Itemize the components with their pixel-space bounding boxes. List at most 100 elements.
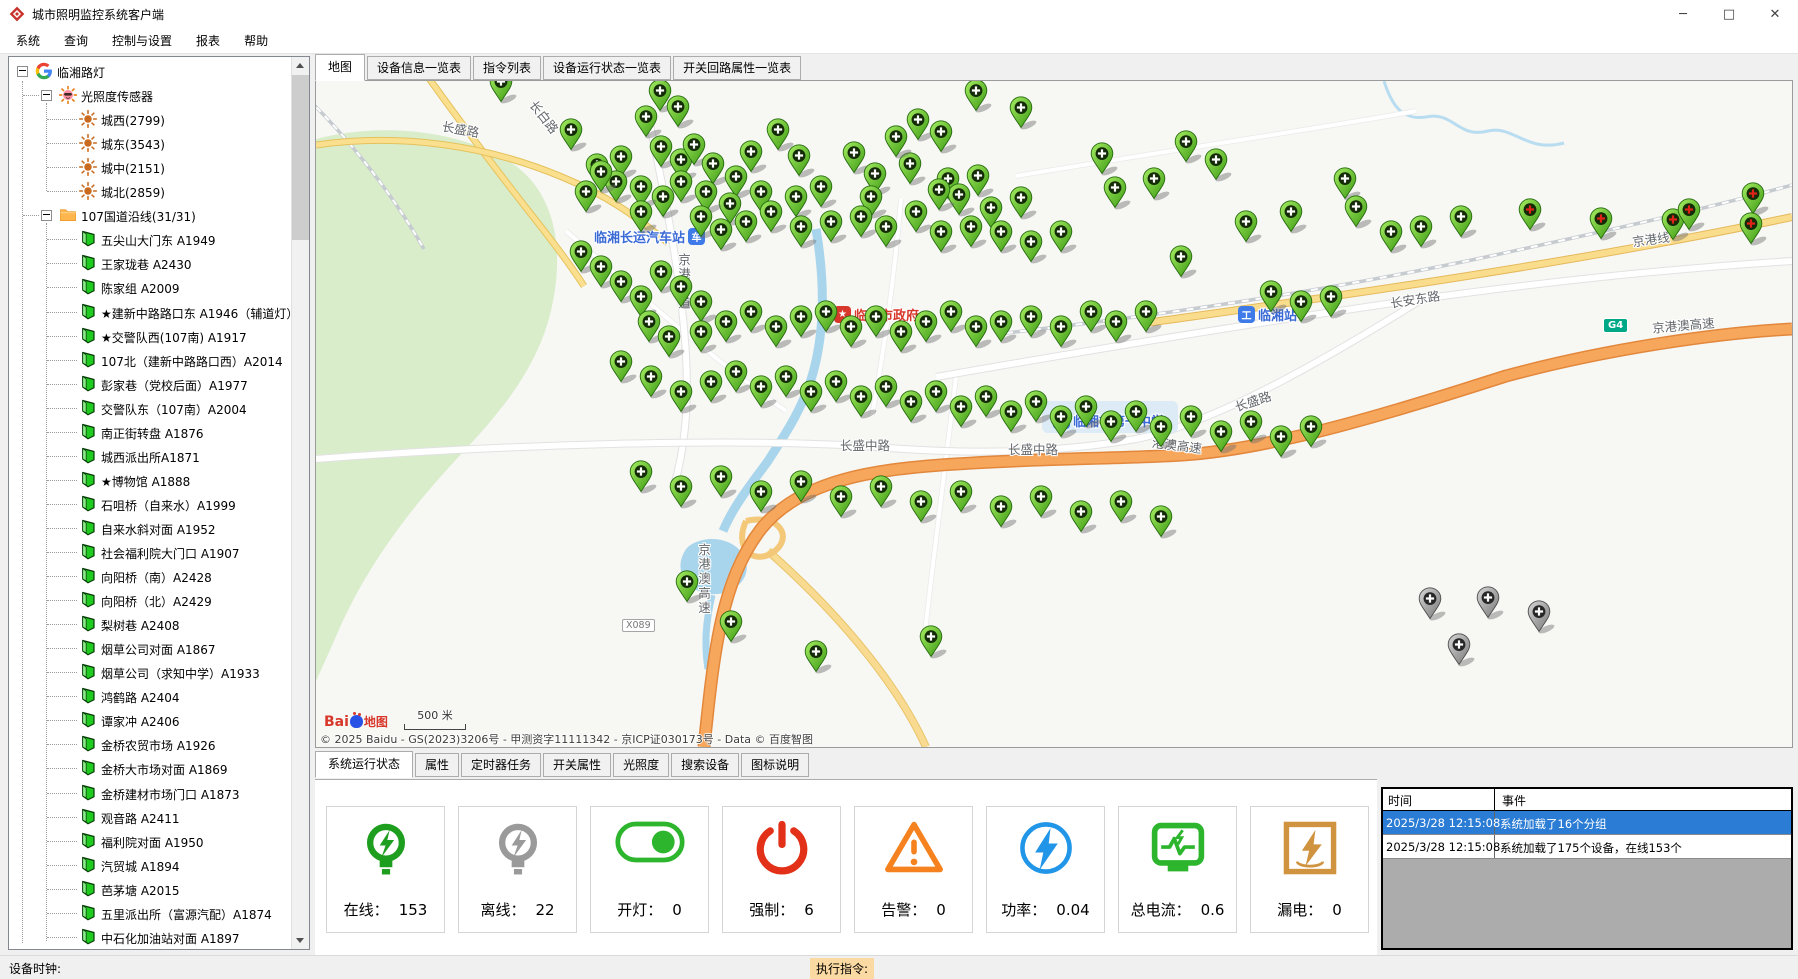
lamp-pin-online[interactable] xyxy=(667,96,694,130)
lamp-pin-online[interactable] xyxy=(640,366,667,400)
lamp-pin-online[interactable] xyxy=(815,301,842,335)
lamp-pin-forced[interactable] xyxy=(1678,199,1705,233)
tree-item-1-21[interactable]: 金桥农贸市场 A1926 xyxy=(9,732,292,756)
menu-item-4[interactable]: 帮助 xyxy=(232,28,280,53)
map-tab-0[interactable]: 地图 xyxy=(315,54,365,81)
tree-item-1-24[interactable]: 观音路 A2411 xyxy=(9,805,292,829)
lamp-pin-online[interactable] xyxy=(825,371,852,405)
lamp-pin-online[interactable] xyxy=(1150,416,1177,450)
lamp-pin-offline[interactable] xyxy=(1448,634,1475,668)
lamp-pin-online[interactable] xyxy=(740,301,767,335)
lamp-pin-online[interactable] xyxy=(760,201,787,235)
lamp-pin-online[interactable] xyxy=(1104,177,1131,211)
tree-item-1-19[interactable]: 鸿鹤路 A2404 xyxy=(9,684,292,708)
map-view[interactable]: 长白路长盛路京港大道临湘长运汽车站车★临湘市政府工临湘站学临湘市第一中学长安东路… xyxy=(315,80,1793,748)
tree-item-1-25[interactable]: 福利院对面 A1950 xyxy=(9,829,292,853)
tree-item-1-15[interactable]: 向阳桥（北）A2429 xyxy=(9,588,292,612)
tree-item-0-3[interactable]: 城北(2859) xyxy=(9,179,292,203)
lamp-pin-online[interactable] xyxy=(1125,401,1152,435)
lamp-pin-online[interactable] xyxy=(715,311,742,345)
lamp-pin-online[interactable] xyxy=(785,186,812,220)
lamp-pin-online[interactable] xyxy=(690,321,717,355)
lamp-pin-online[interactable] xyxy=(1210,421,1237,455)
lamp-pin-offline[interactable] xyxy=(1477,587,1504,621)
tree-item-0-2[interactable]: 城中(2151) xyxy=(9,155,292,179)
status-card-1[interactable]: 离线：22 xyxy=(458,806,577,933)
lamp-pin-online[interactable] xyxy=(870,476,897,510)
tree-item-1-4[interactable]: ★交警队西(107南) A1917 xyxy=(9,324,292,348)
tree-item-1-28[interactable]: 五里派出所（富源汽配）A1874 xyxy=(9,901,292,925)
lamp-pin-online[interactable] xyxy=(1240,411,1267,445)
tree-item-1-12[interactable]: 自来水斜对面 A1952 xyxy=(9,516,292,540)
tree-item-1-13[interactable]: 社会福利院大门口 A1907 xyxy=(9,540,292,564)
lamp-pin-online[interactable] xyxy=(865,306,892,340)
menu-item-1[interactable]: 查询 xyxy=(52,28,100,53)
tree-item-1-5[interactable]: 107北（建新中路路口西）A2014 xyxy=(9,348,292,372)
status-card-2[interactable]: 开灯：0 xyxy=(590,806,709,933)
tree-item-1-7[interactable]: 交警队东（107南）A2004 xyxy=(9,396,292,420)
lamp-pin-online[interactable] xyxy=(800,381,827,415)
status-card-7[interactable]: 漏电：0 xyxy=(1250,806,1369,933)
lamp-pin-online[interactable] xyxy=(1075,396,1102,430)
lamp-pin-forced[interactable] xyxy=(1740,213,1767,247)
bottom-tab-0[interactable]: 系统运行状态 xyxy=(315,751,413,778)
lamp-pin-online[interactable] xyxy=(1050,406,1077,440)
menu-item-3[interactable]: 报表 xyxy=(184,28,232,53)
lamp-pin-online[interactable] xyxy=(830,486,857,520)
lamp-pin-online[interactable] xyxy=(930,221,957,255)
lamp-pin-online[interactable] xyxy=(1020,306,1047,340)
bottom-tab-6[interactable]: 图标说明 xyxy=(741,753,809,777)
maximize-button[interactable]: □ xyxy=(1706,0,1752,28)
column-event[interactable]: 事件 xyxy=(1495,789,1791,810)
tree-group-0[interactable]: 光照度传感器 xyxy=(9,83,292,107)
expand-toggle-icon[interactable] xyxy=(41,210,52,221)
lamp-pin-online[interactable] xyxy=(1345,196,1372,230)
tree-group-1[interactable]: 107国道沿线(31/31) xyxy=(9,203,292,227)
lamp-pin-online[interactable] xyxy=(940,301,967,335)
tree-item-1-27[interactable]: 芭茅塘 A2015 xyxy=(9,877,292,901)
tree-item-0-0[interactable]: 城西(2799) xyxy=(9,107,292,131)
tree-item-1-3[interactable]: ★建新中路路口东 A1946（辅道灯） xyxy=(9,300,292,324)
lamp-pin-online[interactable] xyxy=(1290,291,1317,325)
lamp-pin-online[interactable] xyxy=(875,376,902,410)
lamp-pin-online[interactable] xyxy=(1150,506,1177,540)
tree-item-1-17[interactable]: 烟草公司对面 A1867 xyxy=(9,636,292,660)
scroll-down-icon[interactable] xyxy=(292,932,309,949)
status-card-6[interactable]: 总电流：0.6 xyxy=(1118,806,1237,933)
tree-item-0-1[interactable]: 城东(3543) xyxy=(9,131,292,155)
lamp-pin-online[interactable] xyxy=(1050,221,1077,255)
lamp-pin-online[interactable] xyxy=(670,476,697,510)
lamp-pin-online[interactable] xyxy=(560,119,587,153)
map-tab-1[interactable]: 设备信息一览表 xyxy=(367,56,471,80)
tree-root[interactable]: 临湘路灯 xyxy=(9,59,292,83)
lamp-pin-online[interactable] xyxy=(1280,201,1307,235)
lamp-pin-online[interactable] xyxy=(965,81,992,114)
lamp-pin-online[interactable] xyxy=(990,221,1017,255)
lamp-pin-online[interactable] xyxy=(750,481,777,515)
lamp-pin-online[interactable] xyxy=(920,626,947,660)
lamp-pin-online[interactable] xyxy=(925,381,952,415)
tree-item-1-23[interactable]: 金桥建材市场门口 A1873 xyxy=(9,781,292,805)
lamp-pin-online[interactable] xyxy=(1110,491,1137,525)
lamp-pin-online[interactable] xyxy=(1020,231,1047,265)
lamp-pin-online[interactable] xyxy=(930,121,957,155)
lamp-pin-online[interactable] xyxy=(1410,216,1437,250)
tree-item-1-0[interactable]: 五尖山大门东 A1949 xyxy=(9,227,292,251)
close-button[interactable]: ✕ xyxy=(1752,0,1798,28)
lamp-pin-online[interactable] xyxy=(1143,168,1170,202)
status-card-3[interactable]: 强制：6 xyxy=(722,806,841,933)
lamp-pin-online[interactable] xyxy=(990,311,1017,345)
lamp-pin-online[interactable] xyxy=(775,366,802,400)
bottom-tab-3[interactable]: 开关属性 xyxy=(543,753,611,777)
lamp-pin-online[interactable] xyxy=(810,176,837,210)
lamp-pin-online[interactable] xyxy=(1105,311,1132,345)
lamp-pin-online[interactable] xyxy=(820,211,847,245)
tree-item-1-29[interactable]: 中石化加油站对面 A1897 xyxy=(9,925,292,949)
lamp-pin-online[interactable] xyxy=(1300,416,1327,450)
lamp-pin-online[interactable] xyxy=(907,109,934,143)
scroll-thumb[interactable] xyxy=(292,75,309,240)
lamp-pin-online[interactable] xyxy=(1180,406,1207,440)
status-card-5[interactable]: 功率：0.04 xyxy=(986,806,1105,933)
lamp-pin-online[interactable] xyxy=(690,291,717,325)
lamp-pin-offline[interactable] xyxy=(1419,588,1446,622)
